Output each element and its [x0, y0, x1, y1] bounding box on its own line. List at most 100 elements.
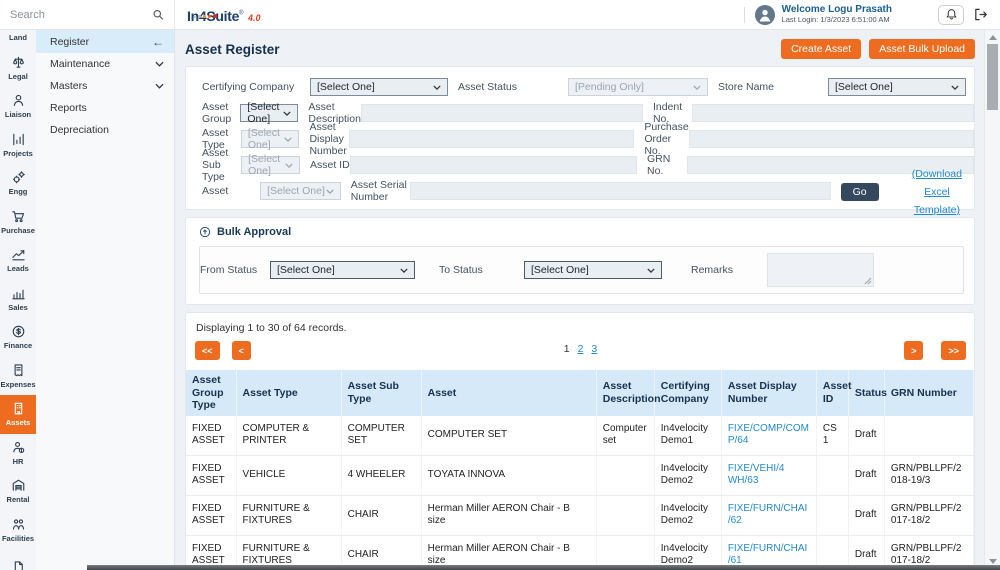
sidebar-item-engg[interactable]: Engg [0, 164, 36, 203]
asset-id-label: Asset ID [310, 159, 350, 171]
asset-serial-number-label: Asset Serial Number [350, 179, 407, 203]
main-content: Asset Register Create Asset Asset Bulk U… [176, 30, 984, 570]
chevron-down-icon [693, 84, 701, 90]
sidebar-item-hr[interactable]: HR [0, 434, 36, 473]
topbar-divider [743, 6, 745, 23]
download-excel-template-link[interactable]: (Download Excel Template) [912, 168, 962, 216]
sidebar-item-expenses[interactable]: Expenses [0, 357, 36, 396]
logo-registered-mark: ® [239, 10, 244, 17]
scroll-thumb[interactable] [987, 44, 998, 110]
vertical-scrollbar[interactable] [984, 30, 1000, 570]
filter-panel: Certifying Company [Select One] Asset Stat… [185, 66, 975, 216]
icon-sidebar: Land Legal Liaison Projects Engg Purchase Lead… [0, 19, 36, 570]
search-input[interactable] [10, 8, 152, 21]
cell: COMPUTER SET [421, 415, 597, 456]
go-button[interactable]: Go [840, 182, 879, 201]
column-header-asset-group-type: Asset Group Type [186, 370, 237, 416]
asset-group-select[interactable]: [Select One] [240, 101, 299, 125]
cart-icon [11, 209, 26, 224]
sidebar-item-projects[interactable]: Projects [0, 126, 36, 165]
chevron-down-icon [951, 84, 959, 90]
column-header-asset: Asset [421, 370, 597, 416]
asset-description-input[interactable] [360, 104, 643, 122]
sidebar-item-legal[interactable]: Legal [0, 49, 36, 88]
indent-no-input[interactable] [692, 104, 975, 122]
asset-serial-number-input[interactable] [409, 182, 831, 200]
column-header-grn-number: GRN Number [884, 370, 975, 416]
purchase-order-no-input[interactable] [688, 130, 975, 148]
column-header-status: Status [848, 370, 887, 416]
asset-sub-type-select: [Select One] [241, 153, 300, 177]
pagination-next-button[interactable]: > [904, 341, 924, 360]
logout-button[interactable] [973, 7, 988, 22]
asset-bulk-upload-button[interactable]: Asset Bulk Upload [869, 39, 975, 59]
bar-chart-icon [11, 286, 26, 301]
cell: Herman Miller AERON Chair - B size [421, 495, 597, 536]
purchase-order-no-label: Purchase Order No. [644, 121, 689, 157]
asset-display-number-link[interactable]: FIXE/FURN/CHAI/62 [721, 495, 817, 536]
submenu-item-masters[interactable]: Masters [36, 75, 174, 97]
submenu-item-depreciation[interactable]: Depreciation [36, 119, 174, 141]
search-box[interactable] [0, 0, 175, 30]
cell: GRN/PBLLPF/2018-19/3 [884, 455, 975, 496]
cell: GRN/PBLLPF/2017-18/2 [884, 495, 975, 536]
column-header-certifying-company: Certifying Company [654, 370, 722, 416]
cell: FURNITURE & FIXTURES [236, 495, 342, 536]
bell-icon [946, 9, 956, 20]
window-edge [87, 565, 1000, 570]
sidebar-item-finance[interactable]: Finance [0, 318, 36, 357]
sidebar-item-purchase[interactable]: Purchase [0, 203, 36, 242]
page-number-link[interactable]: 2 [578, 343, 584, 355]
cell: COMPUTER & PRINTER [236, 415, 342, 456]
hr-icon [11, 440, 26, 455]
chevron-down-icon [326, 188, 334, 194]
garage-icon [11, 478, 26, 493]
resize-grip-icon[interactable] [864, 277, 872, 285]
column-header-asset-type: Asset Type [236, 370, 342, 416]
asset-table: Asset Group Type Asset Type Asset Sub Type… [186, 370, 975, 570]
back-arrow-icon[interactable]: ← [152, 35, 164, 49]
asset-id-input[interactable] [349, 156, 637, 174]
sidebar-item-facilities[interactable]: Facilities [0, 511, 36, 550]
sidebar-item-leads[interactable]: Leads [0, 241, 36, 280]
sidebar-item-sales[interactable]: Sales [0, 280, 36, 319]
person-silhouette-icon [759, 9, 770, 21]
store-name-select[interactable]: [Select One] [828, 78, 966, 96]
chevron-down-icon [155, 83, 164, 89]
logo-dots-icon [194, 5, 219, 23]
submenu-item-maintenance[interactable]: Maintenance [36, 53, 174, 75]
sidebar-item-more[interactable] [0, 549, 36, 570]
scroll-up-arrow[interactable] [989, 35, 997, 40]
scroll-down-arrow[interactable] [989, 559, 997, 564]
sidebar-item-rental[interactable]: Rental [0, 472, 36, 511]
store-name-label: Store Name [718, 81, 775, 93]
column-header-asset-sub-type: Asset Sub Type [341, 370, 422, 416]
notifications-button[interactable] [938, 4, 964, 25]
to-status-select[interactable]: [Select One] [524, 261, 662, 279]
asset-display-number-input[interactable] [349, 130, 635, 148]
building-icon [11, 401, 26, 416]
page-number-link[interactable]: 3 [591, 343, 597, 355]
sidebar-item-liaison[interactable]: Liaison [0, 87, 36, 126]
app-logo: In4Suite® 4.0 [187, 4, 260, 26]
cell: In4velocity Demo1 [654, 415, 722, 456]
cell: FIXED ASSET [186, 495, 237, 536]
column-header-asset-id: Asset ID [816, 370, 851, 416]
create-asset-button[interactable]: Create Asset [781, 39, 862, 59]
cell: FIXED ASSET [186, 455, 237, 496]
cell: Draft [848, 415, 885, 456]
logout-icon [975, 8, 987, 21]
pagination-last-button[interactable]: >> [941, 341, 966, 360]
records-summary: Displaying 1 to 30 of 64 records. [196, 322, 347, 334]
search-icon[interactable] [152, 8, 164, 21]
submenu-item-register[interactable]: Register ← [36, 30, 174, 53]
from-status-select[interactable]: [Select One] [270, 261, 415, 279]
avatar[interactable] [754, 4, 775, 25]
asset-display-number-link[interactable]: FIXE/COMP/COMP/64 [721, 415, 817, 456]
asset-display-number-link[interactable]: FIXE/VEHI/4 WH/63 [721, 455, 817, 496]
cell: Draft [848, 495, 885, 536]
certifying-company-select[interactable]: [Select One] [310, 78, 448, 96]
sidebar-item-assets[interactable]: Assets [0, 395, 36, 434]
submenu-item-reports[interactable]: Reports [36, 97, 174, 119]
remarks-textarea[interactable] [768, 254, 873, 286]
